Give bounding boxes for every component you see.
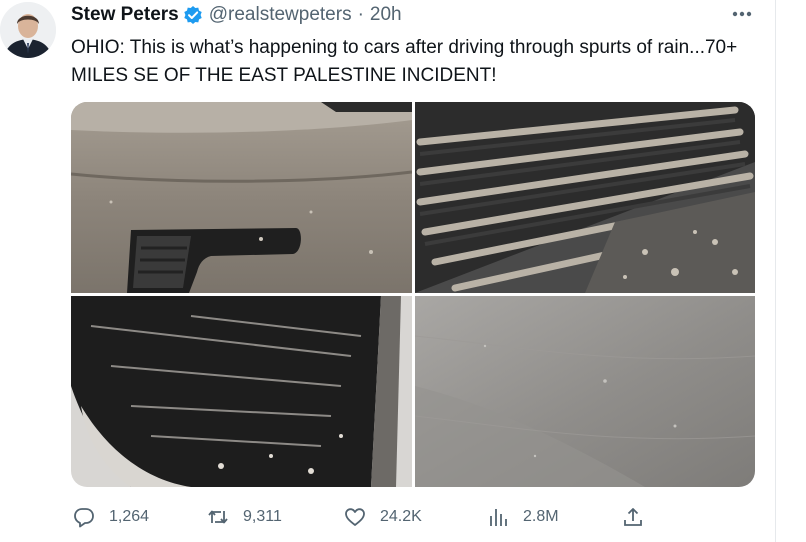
tweet-timestamp[interactable]: 20h (370, 4, 402, 26)
share-button[interactable] (622, 505, 644, 529)
share-icon (622, 506, 644, 528)
tweet-card[interactable]: Stew Peters @realstewpeters · 20h OHIO: … (0, 0, 806, 542)
views-button[interactable]: 2.8M (487, 505, 559, 529)
column-divider (775, 0, 776, 542)
photo-grille-residue[interactable] (415, 102, 755, 293)
like-count: 24.2K (380, 508, 422, 525)
like-button[interactable]: 24.2K (344, 505, 422, 529)
tweet-header: Stew Peters @realstewpeters · 20h (71, 4, 402, 26)
photo-car-bumper[interactable] (71, 102, 412, 293)
verified-badge-icon (183, 5, 203, 25)
views-icon (487, 506, 509, 528)
retweet-button[interactable]: 9,311 (207, 505, 282, 529)
tweet-text: OHIO: This is what’s happening to cars a… (71, 37, 738, 86)
reply-icon (73, 506, 95, 528)
photo-dusty-surface[interactable] (415, 296, 755, 487)
more-icon[interactable] (727, 5, 757, 23)
retweet-count: 9,311 (243, 508, 282, 525)
views-count: 2.8M (523, 508, 559, 525)
header-separator: · (357, 4, 364, 25)
photo-black-bumper[interactable] (71, 296, 412, 487)
author-display-name[interactable]: Stew Peters (71, 4, 179, 26)
reply-button[interactable]: 1,264 (73, 505, 149, 529)
media-grid (71, 102, 755, 487)
tweet-actions: 1,264 9,311 24.2K 2.8M (71, 505, 671, 529)
avatar[interactable] (0, 2, 56, 58)
author-handle[interactable]: @realstewpeters (209, 4, 352, 26)
reply-count: 1,264 (109, 508, 150, 525)
like-icon (344, 506, 366, 528)
retweet-icon (207, 506, 229, 528)
